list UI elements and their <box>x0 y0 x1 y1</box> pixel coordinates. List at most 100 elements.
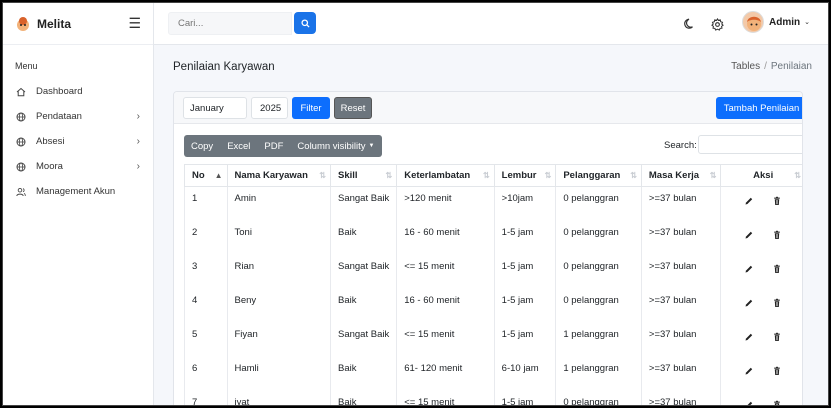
sort-icon: ⇅ <box>385 171 393 180</box>
table-cell: 7 <box>184 390 228 405</box>
column-visibility-label: Column visibility <box>297 140 366 152</box>
month-select[interactable]: January <box>183 97 247 119</box>
globe-icon <box>16 112 26 122</box>
table-cell: 2 <box>184 220 228 255</box>
table-cell: 1-5 jam <box>493 288 557 323</box>
hamburger-menu-icon[interactable]: ☰ <box>128 15 141 32</box>
table-search-input[interactable] <box>698 135 802 154</box>
breadcrumb-parent[interactable]: Tables <box>731 61 760 72</box>
users-icon <box>16 187 26 197</box>
table-cell: 1-5 jam <box>493 220 557 255</box>
sort-icon: ⇅ <box>482 171 490 180</box>
table-cell: iyat <box>226 390 331 405</box>
table-cell: >=37 bulan <box>640 254 722 289</box>
copy-button[interactable]: Copy <box>184 135 220 157</box>
aksi-cell <box>720 186 802 221</box>
moon-icon <box>684 18 693 29</box>
trash-icon[interactable] <box>772 264 782 274</box>
aksi-cell <box>720 390 802 405</box>
dark-mode-toggle[interactable] <box>683 17 697 31</box>
sidebar-item-label: Moora <box>36 161 63 172</box>
table-cell: Toni <box>226 220 331 255</box>
search-button[interactable] <box>294 12 316 34</box>
trash-icon[interactable] <box>772 366 782 376</box>
column-header-label: Masa Kerja <box>648 170 700 181</box>
tambah-penilaian-button[interactable]: Tambah Penilaian <box>716 97 802 119</box>
table-cell: Baik <box>329 390 398 405</box>
edit-icon[interactable] <box>744 264 754 274</box>
table-cell: 4 <box>184 288 228 323</box>
table-cell: 16 - 60 menit <box>396 220 495 255</box>
aksi-cell <box>720 322 802 357</box>
year-input[interactable]: 2025 <box>251 97 288 119</box>
trash-icon[interactable] <box>772 400 782 405</box>
edit-icon[interactable] <box>744 230 754 240</box>
sort-icon: ⇅ <box>319 171 326 180</box>
table-cell: Hamli <box>226 356 331 391</box>
table-cell: <= 15 menit <box>396 254 495 289</box>
aksi-cell <box>720 254 802 289</box>
table-body: 1 Amin Sangat Baik >120 menit >10jam 0 pelang… <box>184 186 802 405</box>
filter-bar: January 2025 Filter Reset Tambah Penilai… <box>174 92 802 124</box>
table-cell: Sangat Baik <box>329 254 398 289</box>
table-cell: <= 15 menit <box>396 322 495 357</box>
table-row: 6 Hamli Baik 61- 120 menit 6-10 jam 1 pelangg… <box>184 356 802 391</box>
sidebar-item-moora[interactable]: Moora › <box>3 154 153 179</box>
table-cell: 61- 120 menit <box>396 356 495 391</box>
penilaian-card: January 2025 Filter Reset Tambah Penilai… <box>173 91 803 405</box>
column-header-label: Keterlambatan <box>404 170 471 181</box>
column-header-no[interactable]: No ▲ <box>184 164 228 187</box>
trash-icon[interactable] <box>772 196 782 206</box>
column-header-label: Pelanggaran <box>563 170 621 181</box>
column-header-masa-kerja[interactable]: Masa Kerja ⇅ <box>640 164 722 187</box>
home-icon <box>16 87 26 97</box>
sidebar-item-absesi[interactable]: Absesi › <box>3 129 153 154</box>
settings-button[interactable] <box>710 17 724 31</box>
edit-icon[interactable] <box>744 332 754 342</box>
filter-button[interactable]: Filter <box>292 97 330 119</box>
globe-icon <box>16 162 26 172</box>
trash-icon[interactable] <box>772 230 782 240</box>
column-header-aksi[interactable]: Aksi ⇅ <box>720 164 802 187</box>
column-header-lembur[interactable]: Lembur ⇅ <box>493 164 557 187</box>
excel-button[interactable]: Excel <box>220 135 257 157</box>
column-header-skill[interactable]: Skill ⇅ <box>329 164 398 187</box>
column-visibility-button[interactable]: Column visibility ▼ <box>290 135 381 157</box>
search-icon <box>300 18 310 28</box>
table-cell: >=37 bulan <box>640 288 722 323</box>
trash-icon[interactable] <box>772 332 782 342</box>
table-cell: Amin <box>226 186 331 221</box>
table-cell: 0 pelanggran <box>555 254 642 289</box>
edit-icon[interactable] <box>744 298 754 308</box>
sidebar-item-dashboard[interactable]: Dashboard <box>3 79 153 104</box>
column-header-keterlambatan[interactable]: Keterlambatan ⇅ <box>396 164 495 187</box>
chevron-right-icon: › <box>136 111 140 122</box>
sort-icon: ⇅ <box>794 171 801 180</box>
sidebar-item-pendataan[interactable]: Pendataan › <box>3 104 153 129</box>
user-menu[interactable]: Admin ⌄ <box>742 11 810 33</box>
reset-button[interactable]: Reset <box>334 97 372 119</box>
table-cell: 6-10 jam <box>493 356 557 391</box>
column-header-nama[interactable]: Nama Karyawan ⇅ <box>226 164 331 187</box>
sidebar: Melita ☰ Menu Dashboard Pendataan › Abse… <box>3 3 154 405</box>
table-cell: >10jam <box>493 186 557 221</box>
edit-icon[interactable] <box>744 400 754 405</box>
trash-icon[interactable] <box>772 298 782 308</box>
pdf-button[interactable]: PDF <box>257 135 290 157</box>
table-cell: 3 <box>184 254 228 289</box>
column-header-pelanggaran[interactable]: Pelanggaran ⇅ <box>555 164 642 187</box>
table-row: 2 Toni Baik 16 - 60 menit 1-5 jam 0 pelanggra… <box>184 220 802 255</box>
sidebar-item-management-akun[interactable]: Management Akun <box>3 179 153 204</box>
datatable-buttons: Copy Excel PDF Column visibility ▼ <box>184 135 382 157</box>
menu-caption: Menu <box>15 61 38 71</box>
edit-icon[interactable] <box>744 196 754 206</box>
breadcrumb-current: Penilaian <box>770 61 812 72</box>
search-input[interactable] <box>168 12 292 35</box>
table-cell: 16 - 60 menit <box>396 288 495 323</box>
column-header-label: No <box>192 170 205 181</box>
edit-icon[interactable] <box>744 366 754 376</box>
caret-down-icon: ▼ <box>368 143 375 149</box>
table-cell: 1-5 jam <box>493 390 557 405</box>
user-name: Admin <box>769 16 801 28</box>
table-cell: <= 15 menit <box>396 390 495 405</box>
